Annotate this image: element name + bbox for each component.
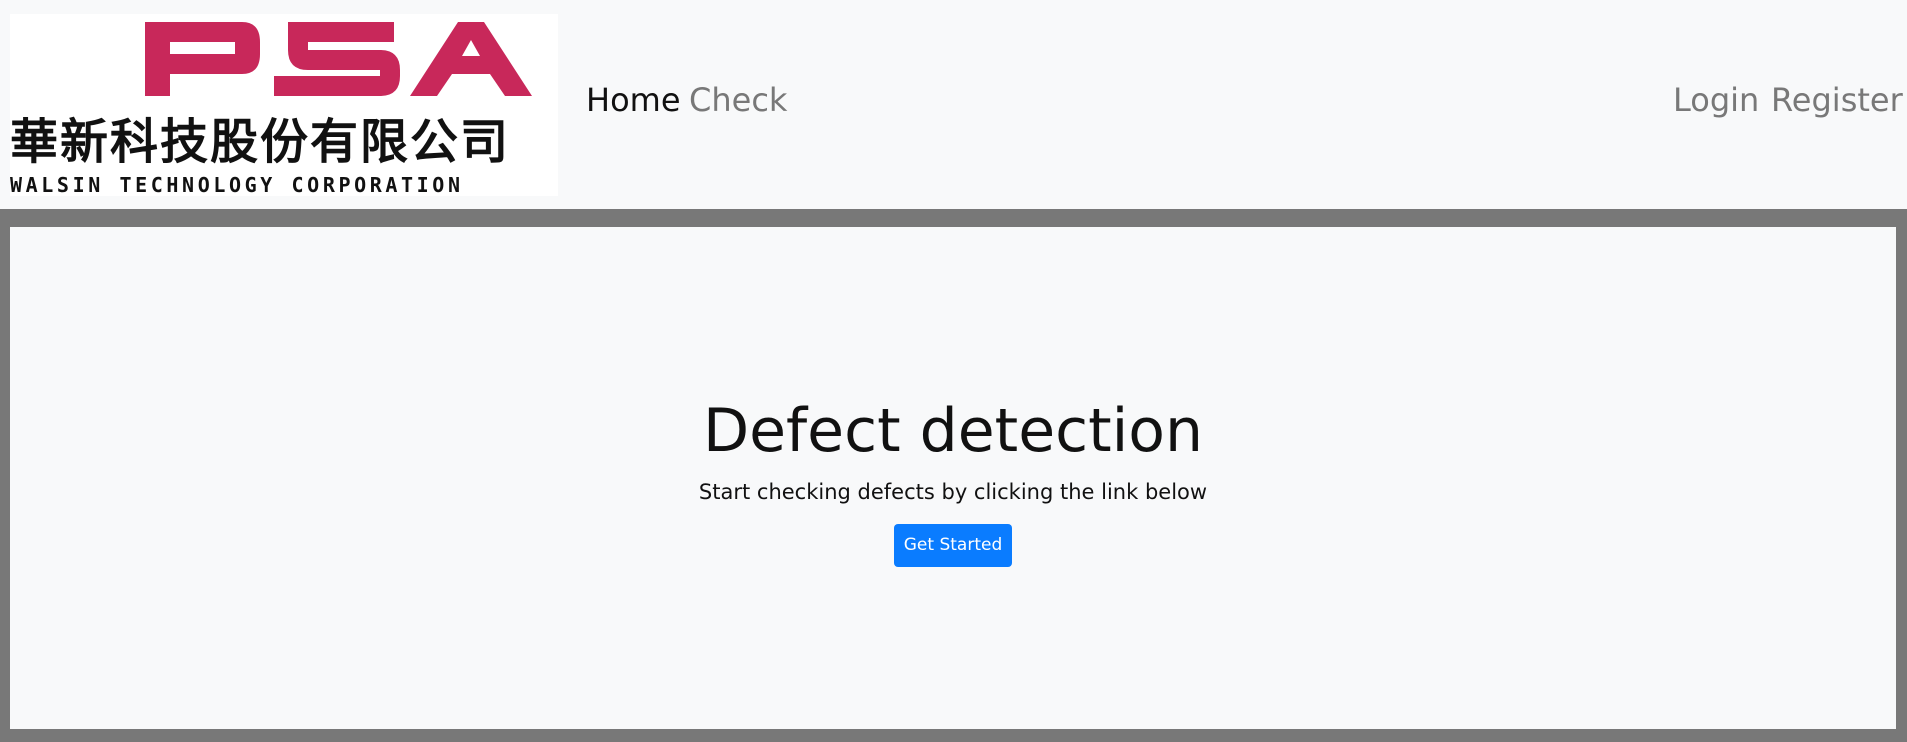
hero-panel: Defect detection Start checking defects … [10,227,1896,729]
nav-register-link[interactable]: Register [1771,78,1903,122]
hero-subtitle: Start checking defects by clicking the l… [698,480,1208,504]
get-started-button[interactable]: Get Started [894,524,1012,567]
company-logo[interactable]: 華新科技股份有限公司 WALSIN TECHNOLOGY CORPORATION [10,14,558,196]
nav-check-link[interactable]: Check [689,78,787,122]
nav-home-link[interactable]: Home [586,78,681,122]
psa-logo-mark [145,22,532,96]
company-name-english: WALSIN TECHNOLOGY CORPORATION [10,173,464,196]
nav-login-link[interactable]: Login [1673,78,1759,122]
top-navbar: 華新科技股份有限公司 WALSIN TECHNOLOGY CORPORATION… [0,0,1907,209]
company-name-chinese: 華新科技股份有限公司 [10,114,511,170]
hero-title: Defect detection [702,396,1204,466]
